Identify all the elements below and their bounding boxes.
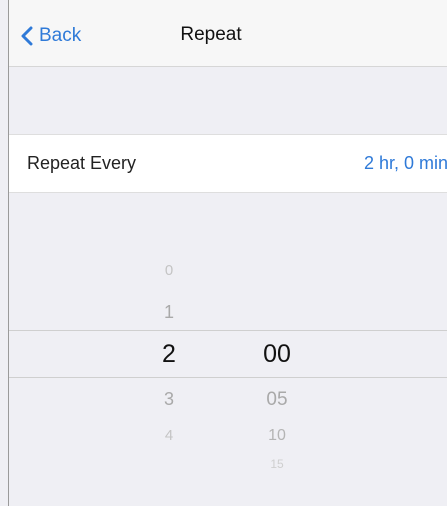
repeat-every-label: Repeat Every	[27, 153, 137, 173]
screen: Back Repeat Repeat Every 2 hr, 0 min 0 1…	[8, 0, 447, 506]
selection-top-line	[9, 330, 447, 331]
hours-option[interactable]: 3	[149, 390, 189, 408]
repeat-every-row[interactable]: Repeat Every 2 hr, 0 min	[9, 134, 447, 193]
page-title: Repeat	[180, 24, 242, 45]
hours-option[interactable]: 1	[149, 303, 189, 321]
hours-option-selected[interactable]: 2	[149, 342, 189, 367]
selection-bottom-line	[9, 377, 447, 378]
interval-picker[interactable]: 0 1 2 3 4 00 05 10 15	[9, 245, 447, 506]
hours-option[interactable]: 0	[149, 263, 189, 278]
repeat-every-value: 2 hr, 0 min	[363, 153, 447, 173]
navigation-bar: Back Repeat	[9, 0, 447, 67]
minutes-option[interactable]: 10	[247, 428, 307, 444]
minutes-option[interactable]: 15	[247, 458, 307, 470]
hours-option[interactable]: 4	[149, 428, 189, 443]
minutes-option[interactable]: 05	[247, 390, 307, 409]
minutes-option-selected[interactable]: 00	[247, 342, 307, 367]
